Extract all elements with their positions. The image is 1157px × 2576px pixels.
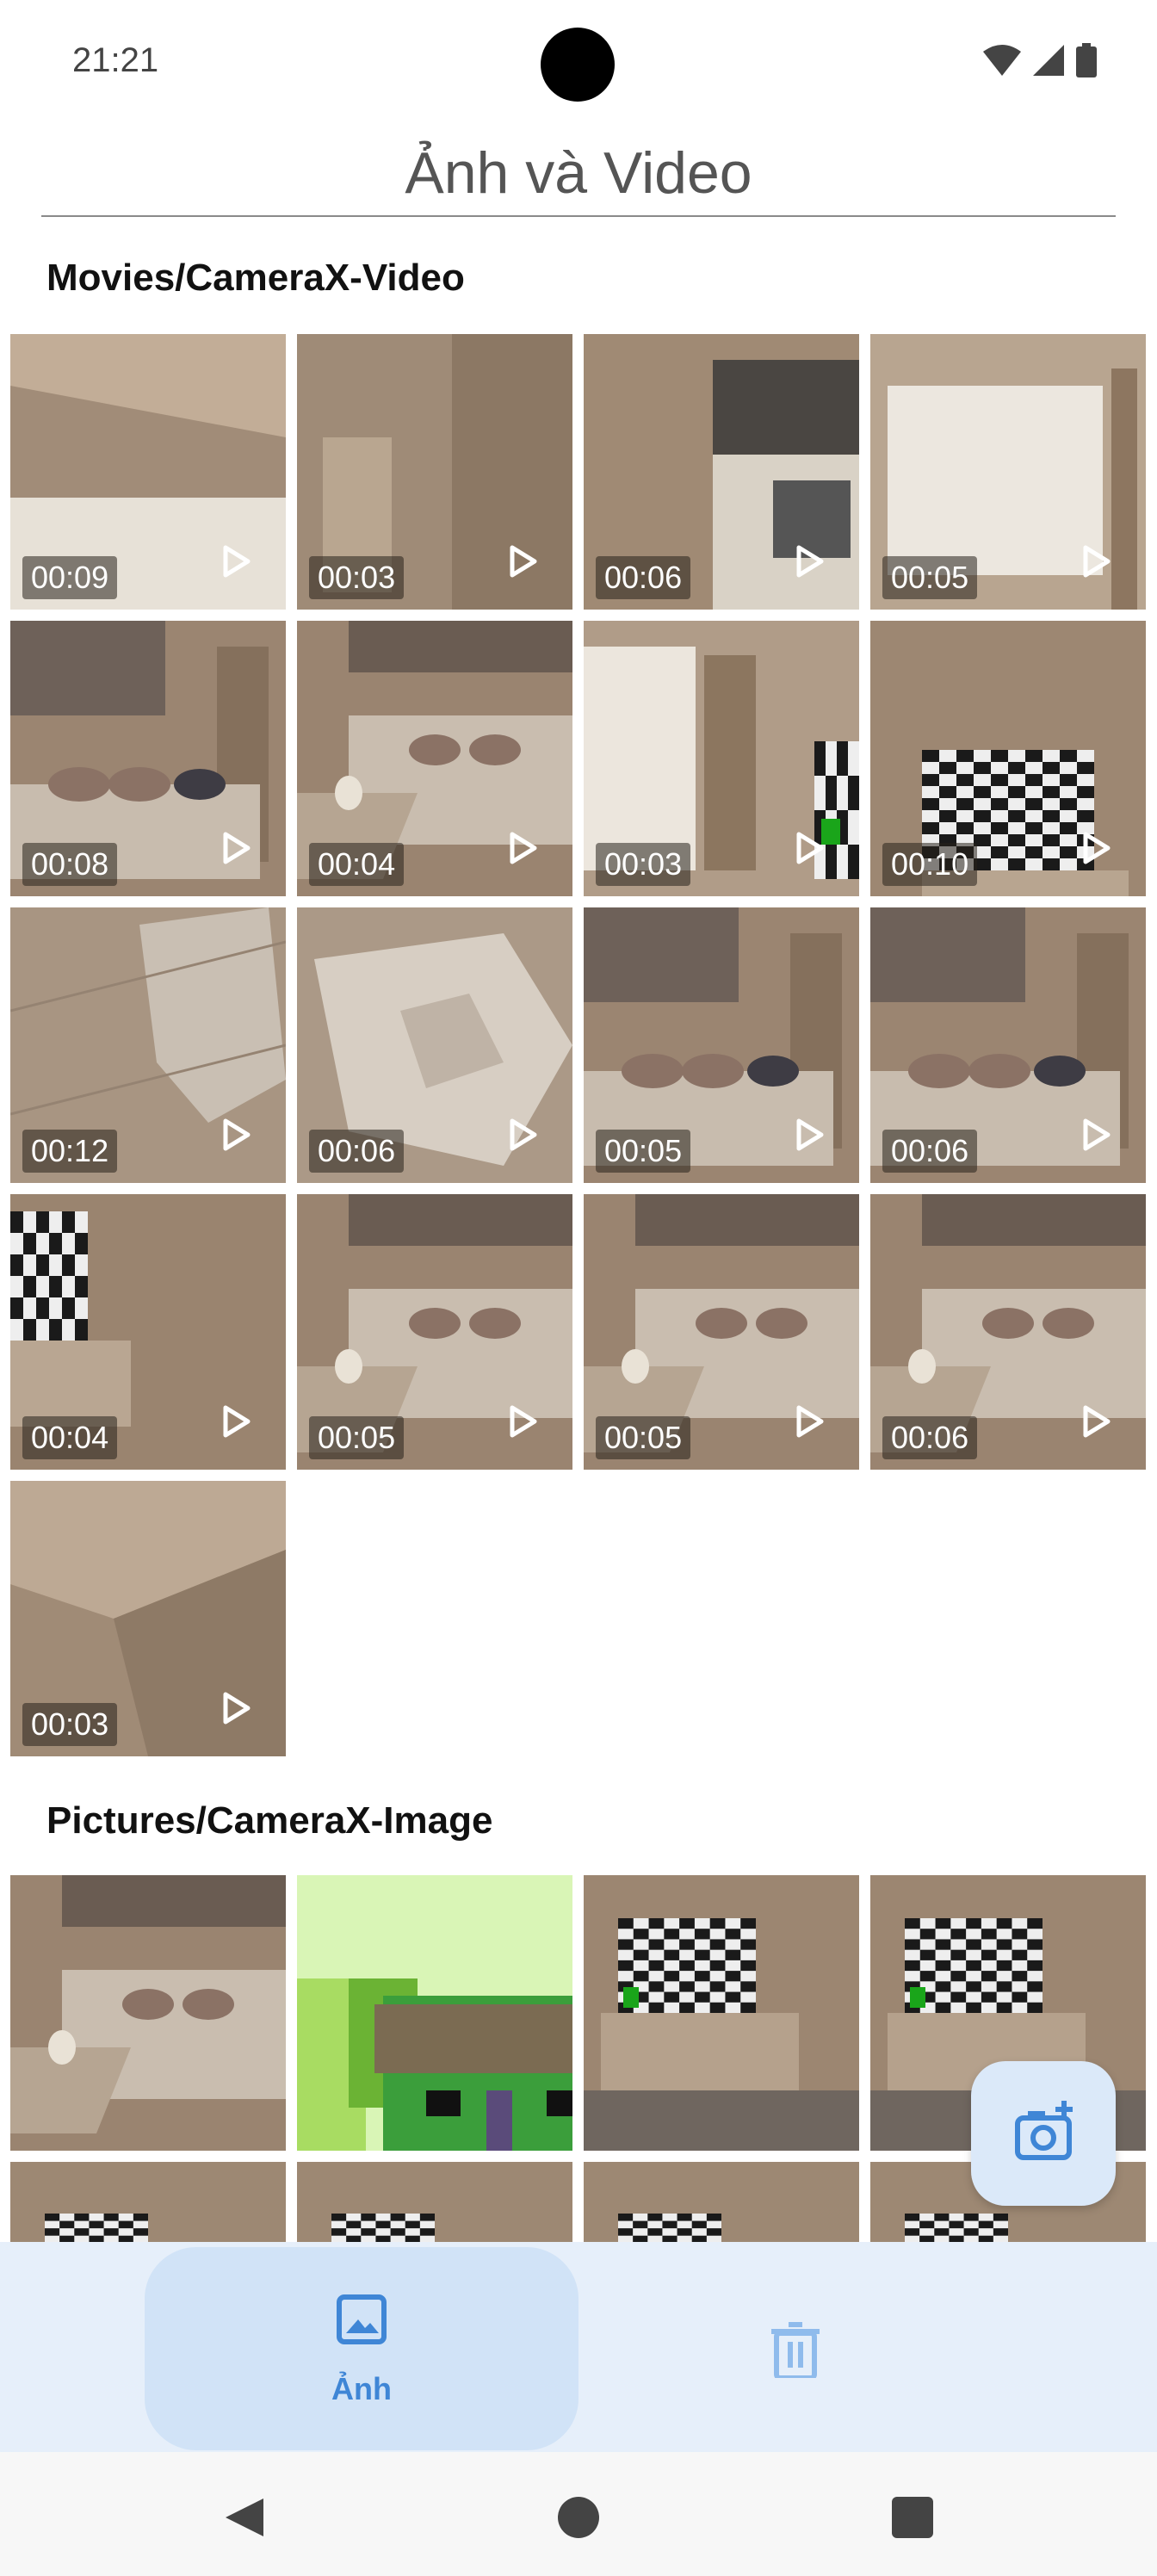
- play-icon: [223, 1692, 251, 1725]
- video-duration: 00:06: [882, 1130, 978, 1173]
- video-duration: 00:05: [596, 1416, 691, 1459]
- video-thumbnail[interactable]: 00:05: [870, 334, 1146, 610]
- video-duration: 00:06: [882, 1416, 978, 1459]
- video-thumbnail[interactable]: 00:10: [870, 621, 1146, 896]
- video-thumbnail[interactable]: 00:08: [10, 621, 286, 896]
- video-duration: 00:03: [596, 843, 691, 886]
- video-thumbnail[interactable]: 00:03: [584, 621, 859, 896]
- video-grid: 00:09 00:03 00:06 00:05 00:08 00:04 00:03 00:10…: [10, 334, 1146, 1756]
- image-thumbnail[interactable]: [10, 1875, 286, 2151]
- status-icons: [983, 43, 1097, 77]
- video-duration: 00:09: [22, 556, 118, 599]
- video-duration: 00:06: [596, 556, 691, 599]
- play-icon: [510, 832, 537, 864]
- back-icon[interactable]: [220, 2493, 269, 2542]
- home-icon[interactable]: [554, 2493, 603, 2542]
- section-heading-videos: Movies/CameraX-Video: [46, 257, 465, 299]
- nav-label-photos: Ảnh: [331, 2371, 392, 2406]
- play-icon: [223, 1118, 251, 1151]
- trash-icon: [771, 2322, 820, 2378]
- video-thumbnail[interactable]: 00:05: [297, 1194, 572, 1470]
- system-navigation-bar: [0, 2452, 1157, 2576]
- video-thumbnail[interactable]: 00:06: [297, 907, 572, 1183]
- play-icon: [796, 832, 824, 864]
- thumbnail-image: [297, 1875, 572, 2151]
- thumbnail-image: [10, 1875, 286, 2151]
- play-icon: [223, 832, 251, 864]
- play-icon: [796, 1405, 824, 1438]
- wifi-icon: [983, 45, 1021, 76]
- video-duration: 00:12: [22, 1130, 118, 1173]
- thumbnail-image: [584, 1875, 859, 2151]
- play-icon: [510, 1405, 537, 1438]
- video-thumbnail[interactable]: 00:12: [10, 907, 286, 1183]
- video-thumbnail[interactable]: 00:03: [10, 1481, 286, 1756]
- play-icon: [796, 545, 824, 578]
- play-icon: [1083, 545, 1111, 578]
- video-thumbnail[interactable]: 00:04: [10, 1194, 286, 1470]
- video-thumbnail[interactable]: 00:03: [297, 334, 572, 610]
- nav-item-photos[interactable]: [145, 2247, 578, 2450]
- video-thumbnail[interactable]: 00:05: [584, 1194, 859, 1470]
- page-title: Ảnh và Video: [405, 140, 752, 206]
- video-duration: 00:05: [596, 1130, 691, 1173]
- video-duration: 00:05: [882, 556, 978, 599]
- recents-icon[interactable]: [888, 2493, 937, 2542]
- video-thumbnail[interactable]: 00:06: [584, 334, 859, 610]
- play-icon: [510, 1118, 537, 1151]
- play-icon: [796, 1118, 824, 1151]
- video-thumbnail[interactable]: 00:05: [584, 907, 859, 1183]
- video-duration: 00:04: [22, 1416, 118, 1459]
- play-icon: [510, 545, 537, 578]
- video-duration: 00:05: [309, 1416, 405, 1459]
- camera-cutout: [541, 28, 615, 102]
- image-icon: [337, 2294, 387, 2344]
- play-icon: [223, 1405, 251, 1438]
- signal-icon: [1033, 45, 1064, 76]
- video-thumbnail[interactable]: 00:04: [297, 621, 572, 896]
- video-duration: 00:04: [309, 843, 405, 886]
- play-icon: [223, 545, 251, 578]
- video-thumbnail[interactable]: 00:06: [870, 1194, 1146, 1470]
- add-camera-button[interactable]: [971, 2061, 1116, 2206]
- play-icon: [1083, 1405, 1111, 1438]
- title-bar: Ảnh và Video: [41, 129, 1116, 217]
- battery-icon: [1076, 43, 1097, 77]
- video-thumbnail[interactable]: 00:09: [10, 334, 286, 610]
- status-bar: 21:21: [0, 0, 1157, 129]
- image-thumbnail[interactable]: [584, 1875, 859, 2151]
- play-icon: [1083, 1118, 1111, 1151]
- bottom-navigation: Ảnh: [0, 2242, 1157, 2452]
- video-duration: 00:10: [882, 843, 978, 886]
- video-duration: 00:03: [309, 556, 405, 599]
- status-time: 21:21: [72, 41, 159, 79]
- play-icon: [1083, 832, 1111, 864]
- video-duration: 00:03: [22, 1703, 118, 1746]
- video-duration: 00:08: [22, 843, 118, 886]
- add-camera-icon: [1015, 2101, 1073, 2160]
- image-thumbnail[interactable]: [297, 1875, 572, 2151]
- video-duration: 00:06: [309, 1130, 405, 1173]
- video-thumbnail[interactable]: 00:06: [870, 907, 1146, 1183]
- section-heading-images: Pictures/CameraX-Image: [46, 1799, 493, 1842]
